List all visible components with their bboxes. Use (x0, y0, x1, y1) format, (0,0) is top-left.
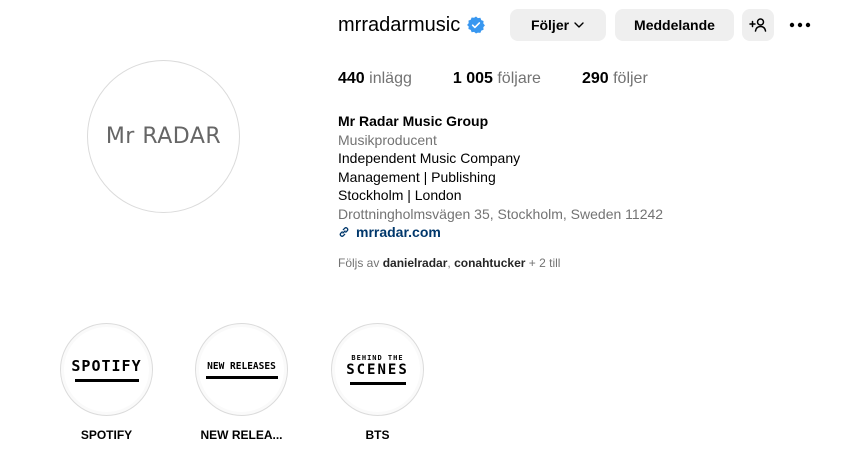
profile-stats: 440 inlägg 1 005 följare 290 följer (338, 70, 689, 88)
add-user-icon (749, 18, 767, 32)
highlight-cover: NEW RELEASES (195, 323, 288, 416)
bio-address[interactable]: Drottningholmsvägen 35, Stockholm, Swede… (338, 205, 663, 224)
suggest-users-button[interactable] (742, 9, 774, 41)
highlight-logo: NEW RELEASES (199, 327, 284, 412)
followed-by-user: danielradar (382, 256, 448, 270)
more-options-button[interactable] (786, 9, 814, 41)
followers-label: följare (497, 70, 541, 87)
verified-badge-icon (467, 16, 486, 34)
profile-bio: Mr Radar Music Group Musikproducent Inde… (338, 112, 663, 242)
highlight-spotify[interactable]: SPOTIFY SPOTIFY (60, 323, 153, 442)
followed-by-prefix: Följs av (338, 256, 380, 270)
more-options-icon (789, 22, 811, 28)
highlight-label: BTS (365, 428, 390, 442)
following-link[interactable]: 290 följer (582, 70, 648, 88)
bio-website-link[interactable]: mrradar.com (338, 223, 663, 242)
highlight-logo-top-text: BEHIND THE (351, 354, 404, 362)
follow-button-label: Följer (530, 17, 570, 33)
followed-by-suffix: + 2 till (528, 256, 561, 270)
highlight-new-releases[interactable]: NEW RELEASES NEW RELEA... (195, 323, 288, 442)
followed-by-separator: , (447, 256, 451, 270)
logo-underline (205, 375, 278, 379)
highlight-logo: BEHIND THE SCENES (335, 327, 420, 412)
bio-line: Stockholm | London (338, 187, 462, 203)
profile-header: mrradarmusic Följer Meddelande (338, 8, 811, 42)
chevron-down-icon (574, 22, 584, 28)
highlight-logo-text: SPOTIFY (71, 357, 142, 375)
highlight-cover: BEHIND THE SCENES (331, 323, 424, 416)
followers-value: 1 005 (452, 70, 493, 87)
highlight-label: SPOTIFY (80, 428, 133, 442)
highlight-logo: SPOTIFY (64, 327, 149, 412)
logo-underline (74, 379, 139, 382)
bio-website-text: mrradar.com (356, 224, 441, 240)
posts-value: 440 (338, 70, 365, 87)
following-label: följer (613, 70, 648, 87)
bio-category: Musikproducent (338, 131, 437, 148)
follow-button[interactable]: Följer (510, 9, 606, 41)
bio-line: Independent Music Company (338, 150, 521, 166)
highlight-label: NEW RELEA... (200, 428, 283, 442)
profile-avatar[interactable]: Mr RADAR (87, 60, 240, 213)
message-button[interactable]: Meddelande (615, 9, 734, 41)
followed-by-user: conahtucker (454, 256, 526, 270)
username: mrradarmusic (338, 13, 461, 36)
posts-label: inlägg (369, 70, 412, 87)
highlight-cover: SPOTIFY (60, 323, 153, 416)
followers-link[interactable]: 1 005 följare (453, 70, 541, 88)
bio-line: Management | Publishing (338, 168, 496, 185)
highlight-logo-text: NEW RELEASES (207, 360, 276, 372)
bio-display-name: Mr Radar Music Group (338, 113, 489, 129)
message-button-label: Meddelande (634, 17, 715, 33)
followed-by[interactable]: Följs av danielradar, conahtucker + 2 ti… (338, 256, 560, 270)
highlight-logo-text: SCENES (346, 362, 409, 378)
logo-underline (349, 382, 406, 385)
link-icon (339, 227, 349, 238)
following-value: 290 (581, 70, 609, 87)
highlight-bts[interactable]: BEHIND THE SCENES BTS (331, 323, 424, 442)
posts-count: 440 inlägg (338, 70, 412, 88)
avatar-logo-text: Mr RADAR (105, 124, 222, 149)
